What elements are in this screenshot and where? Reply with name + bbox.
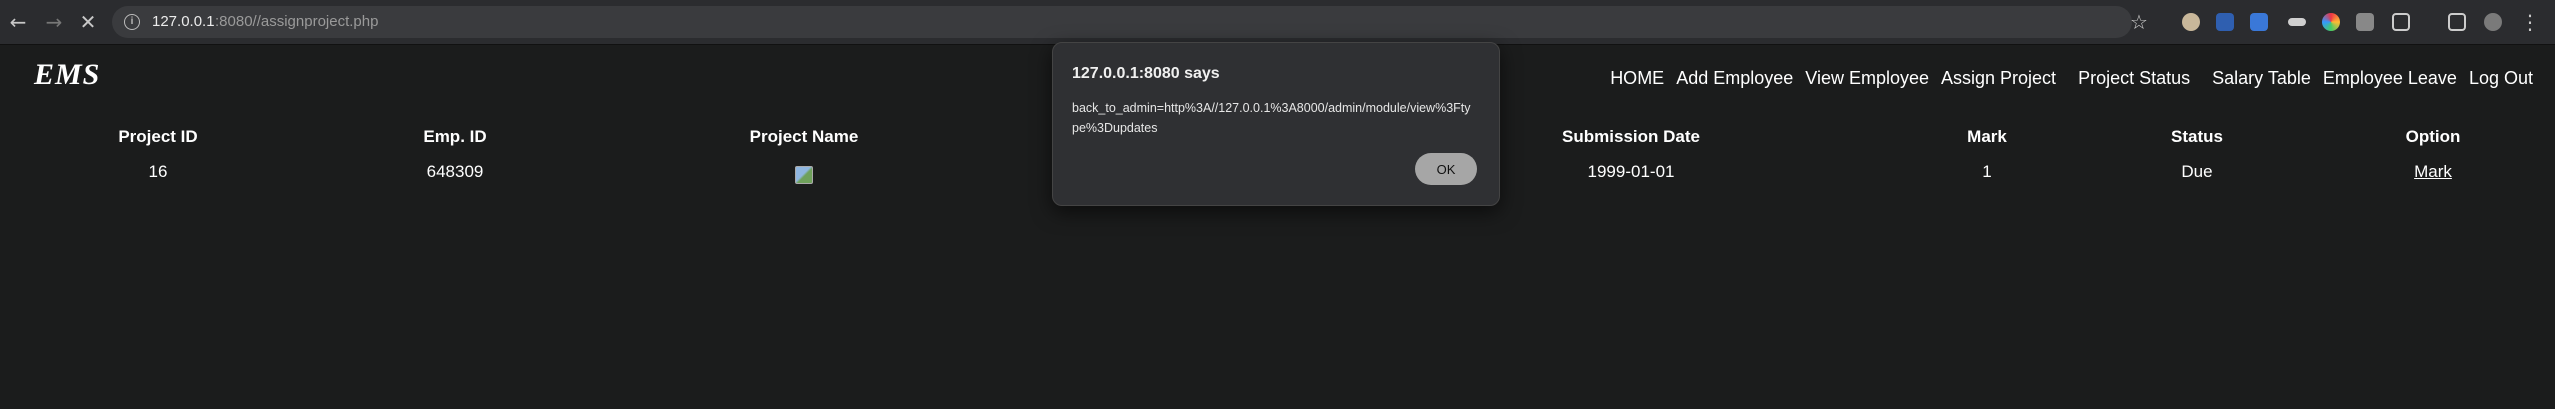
nav-view-employee[interactable]: View Employee xyxy=(1805,68,1929,89)
main-nav: HOME Add Employee View Employee Assign P… xyxy=(1598,68,2533,89)
nav-log-out[interactable]: Log Out xyxy=(2469,68,2533,89)
cell-project-id: 16 xyxy=(148,162,168,181)
info-icon[interactable]: i xyxy=(124,14,140,30)
cell-status: Due xyxy=(2181,162,2213,181)
column-header-status: Status xyxy=(2171,127,2223,146)
puzzle-icon[interactable] xyxy=(2392,13,2410,31)
nav-home[interactable]: HOME xyxy=(1610,68,1664,89)
extension-icon[interactable] xyxy=(2250,13,2268,31)
url-host: 127.0.0.1 xyxy=(152,13,215,30)
url-path: :8080//assignproject.php xyxy=(215,13,379,30)
menu-icon[interactable]: ⋮ xyxy=(2516,8,2544,36)
column-header-mark: Mark xyxy=(1967,127,2007,146)
extension-icon[interactable] xyxy=(2356,13,2374,31)
avatar[interactable] xyxy=(2484,13,2502,31)
column-header-project-name: Project Name xyxy=(749,127,859,146)
column-header-emp-id: Emp. ID xyxy=(423,127,487,146)
nav-project-status[interactable]: Project Status xyxy=(2078,68,2190,89)
extension-icon[interactable] xyxy=(2288,18,2306,26)
extension-icon[interactable] xyxy=(2322,13,2340,31)
star-icon[interactable]: ☆ xyxy=(2130,10,2148,34)
ok-button[interactable]: OK xyxy=(1415,153,1477,185)
column-header-option: Option xyxy=(2405,127,2461,146)
column-header-project-id: Project ID xyxy=(118,127,198,146)
cell-mark: 1 xyxy=(1982,162,1992,181)
nav-salary-table[interactable]: Salary Table xyxy=(2212,68,2311,89)
nav-employee-leave[interactable]: Employee Leave xyxy=(2323,68,2457,89)
sidebar-icon[interactable] xyxy=(2448,13,2466,31)
nav-assign-project[interactable]: Assign Project xyxy=(1941,68,2056,89)
dialog-title: 127.0.0.1:8080 says xyxy=(1072,65,1220,82)
forward-icon[interactable]: → xyxy=(40,8,68,36)
extension-icon[interactable] xyxy=(2216,13,2234,31)
close-icon[interactable]: ✕ xyxy=(74,8,102,36)
column-header-submission-date: Submission Date xyxy=(1562,127,1700,146)
broken-image-icon xyxy=(795,166,813,184)
dialog-message: back_to_admin=http%3A//127.0.0.1%3A8000/… xyxy=(1072,101,1471,135)
alert-dialog: 127.0.0.1:8080 says back_to_admin=http%3… xyxy=(1052,42,1500,206)
back-icon[interactable]: ← xyxy=(4,8,32,36)
nav-add-employee[interactable]: Add Employee xyxy=(1676,68,1793,89)
logo[interactable]: EMS xyxy=(34,58,100,92)
address-bar[interactable]: i 127.0.0.1 :8080//assignproject.php xyxy=(112,6,2132,38)
cell-option: Mark xyxy=(2414,162,2452,182)
cell-emp-id: 648309 xyxy=(426,162,484,181)
extension-icon[interactable] xyxy=(2182,13,2200,31)
cell-submission-date: 1999-01-01 xyxy=(1587,162,1675,181)
mark-link[interactable]: Mark xyxy=(2414,162,2452,181)
browser-toolbar: ← → ✕ i 127.0.0.1 :8080//assignproject.p… xyxy=(0,0,2555,45)
